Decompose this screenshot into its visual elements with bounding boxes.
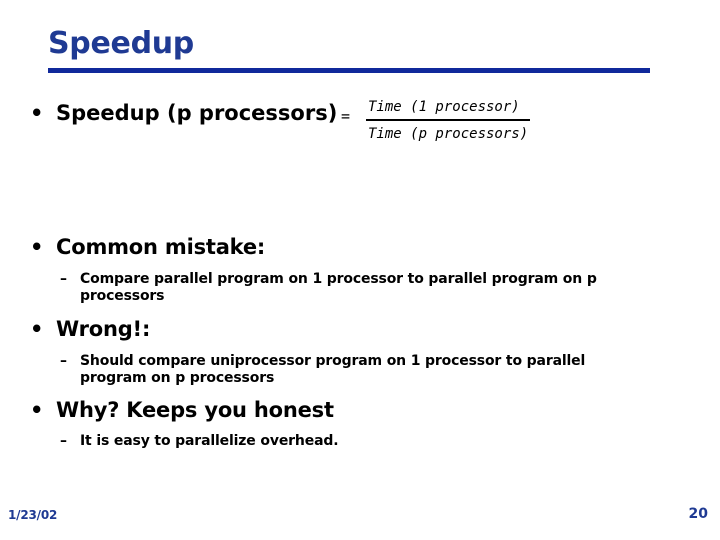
sub-bullet-label: It is easy to parallelize overhead. [80,433,339,449]
slide-body: • Speedup (p processors) = Time (1 proce… [0,96,720,450]
dash-icon: – [60,433,67,449]
bullet-label: Why? Keeps you honest [56,398,334,422]
slide-canvas: Speedup • Speedup (p processors) = Time … [0,0,720,540]
speedup-fraction: Time (1 processor) Time (p processors) [366,96,531,145]
fraction-denominator: Time (p processors) [368,126,529,142]
bullet-dot-icon: • [30,101,44,125]
sub-bullet-wrong: – Should compare uniprocessor program on… [0,353,640,387]
bullet-dot-icon: • [30,398,44,422]
sub-bullet-why: – It is easy to parallelize overhead. [0,433,640,450]
equals-sign: = [341,107,351,125]
bullet-item-common-mistake: • Common mistake: [0,234,720,260]
dash-icon: – [60,353,67,369]
dash-icon: – [60,271,67,287]
sub-bullet-label: Compare parallel program on 1 processor … [80,271,597,304]
bullet-item-wrong: • Wrong!: [0,316,720,342]
speedup-equation-lhs: Speedup (p processors) [56,101,338,125]
sub-bullet-label: Should compare uniprocessor program on 1… [80,353,586,386]
bullet-dot-icon: • [30,317,44,341]
title-underline-rule [48,68,650,73]
speedup-equation-row: • Speedup (p processors) = Time (1 proce… [0,96,720,160]
bullet-item-why: • Why? Keeps you honest [0,397,720,423]
page-title: Speedup [48,26,194,61]
footer-page-number: 20 [688,506,708,522]
sub-bullet-common-mistake: – Compare parallel program on 1 processo… [0,271,640,305]
bullet-label: Common mistake: [56,235,266,259]
fraction-numerator: Time (1 processor) [366,96,531,121]
bullet-label: Wrong!: [56,317,151,341]
bullet-dot-icon: • [30,235,44,259]
footer-date: 1/23/02 [8,508,58,522]
